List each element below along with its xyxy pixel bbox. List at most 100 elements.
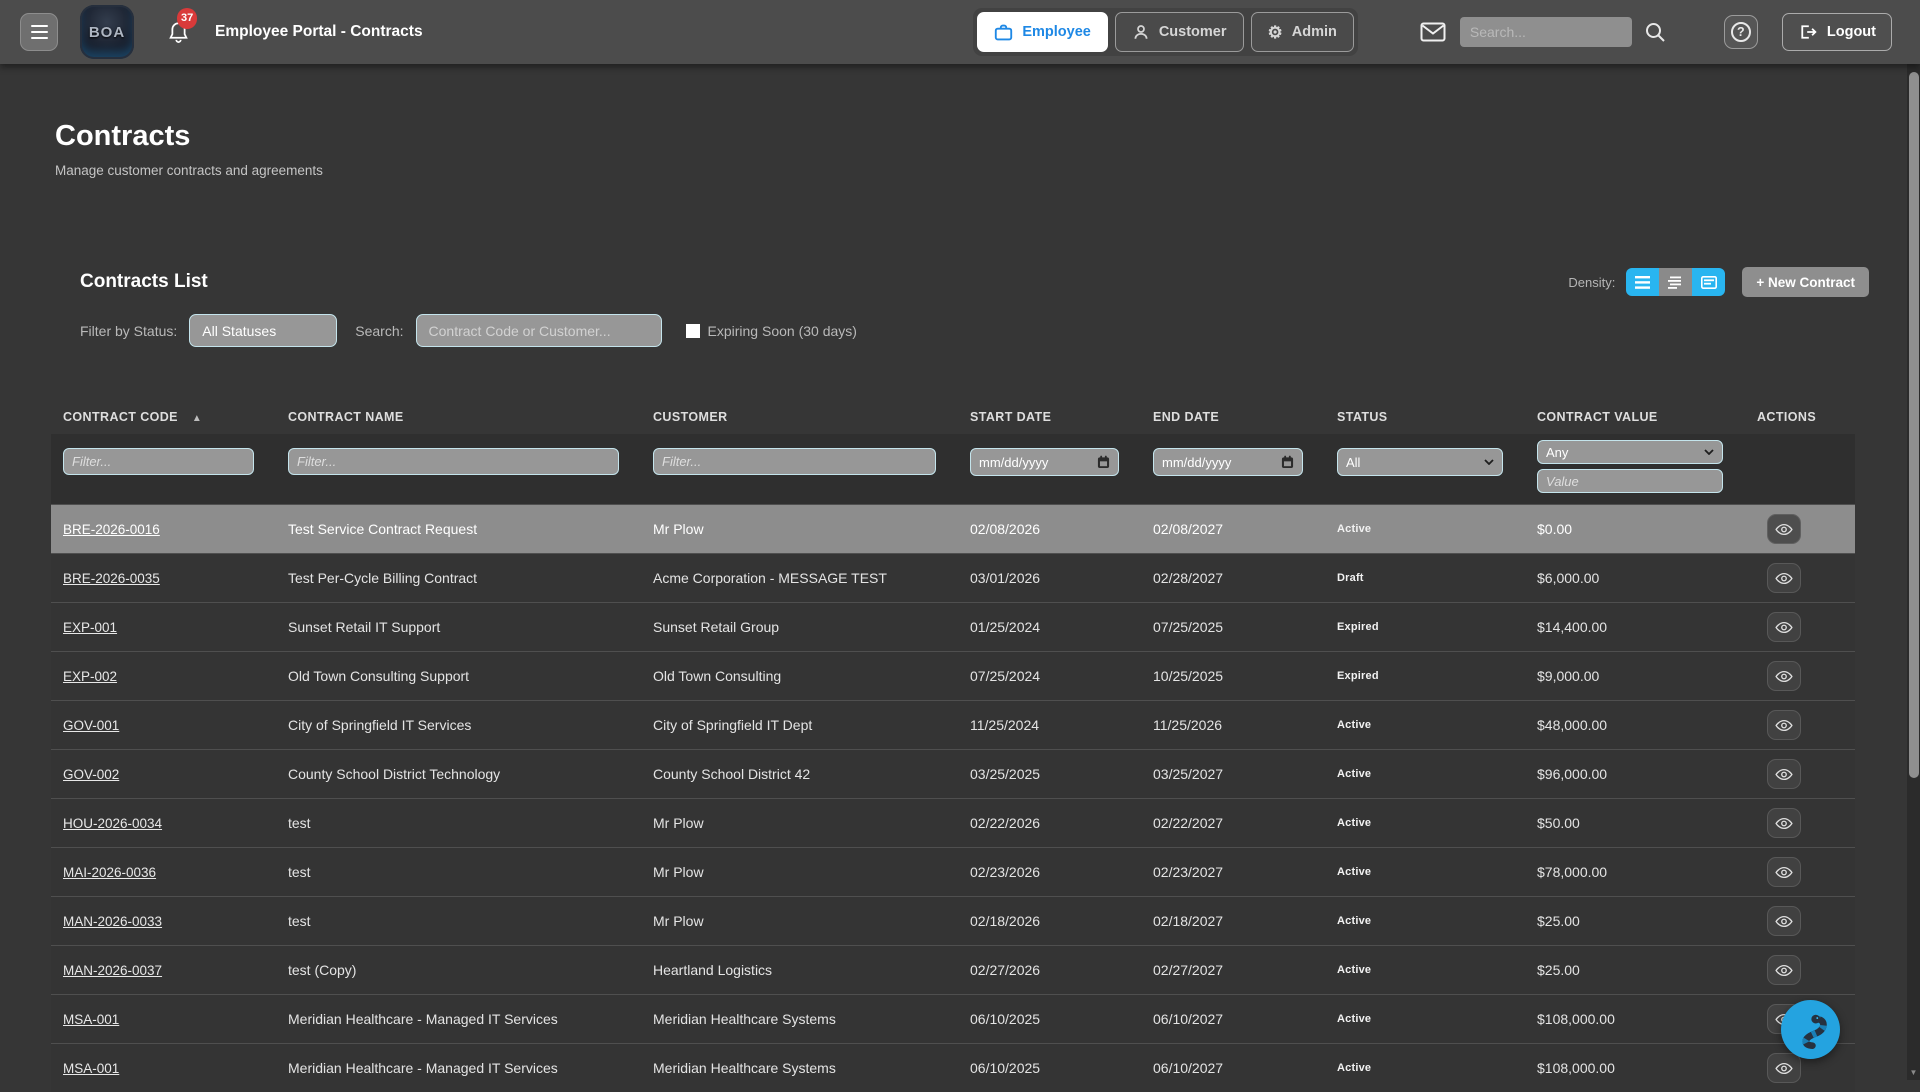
contract-value-cell: $6,000.00	[1525, 570, 1745, 586]
value-operator-select[interactable]: Any	[1537, 440, 1723, 464]
customer-filter-input[interactable]	[653, 448, 936, 475]
chevron-down-icon	[1484, 459, 1494, 465]
status-column-filter-select[interactable]: All	[1337, 448, 1503, 476]
table-row[interactable]: EXP-001Sunset Retail IT SupportSunset Re…	[51, 602, 1855, 651]
table-row[interactable]: MAN-2026-0033testMr Plow02/18/202602/18/…	[51, 896, 1855, 945]
name-filter-input[interactable]	[288, 448, 619, 475]
person-icon	[1132, 23, 1150, 41]
table-row[interactable]: HOU-2026-0034testMr Plow02/22/202602/22/…	[51, 798, 1855, 847]
value-filter-input[interactable]	[1537, 469, 1723, 493]
column-header-actions: ACTIONS	[1745, 410, 1855, 424]
view-contract-button[interactable]	[1767, 906, 1801, 936]
status-filter-select[interactable]: All Statuses	[189, 314, 337, 347]
contract-name-cell: test (Copy)	[276, 962, 641, 978]
scroll-down-arrow-icon[interactable]: ▼	[1907, 1068, 1920, 1077]
view-contract-button[interactable]	[1767, 1053, 1801, 1083]
table-row[interactable]: BRE-2026-0016 Test Service Contract Reque…	[51, 504, 1855, 553]
contract-name-cell: Test Service Contract Request	[276, 521, 641, 537]
table-row[interactable]: EXP-002Old Town Consulting SupportOld To…	[51, 651, 1855, 700]
contract-value-cell: $50.00	[1525, 815, 1745, 831]
table-row[interactable]: MAN-2026-0037test (Copy)Heartland Logist…	[51, 945, 1855, 994]
contract-code-link[interactable]: HOU-2026-0034	[63, 816, 162, 831]
contract-value-cell: $108,000.00	[1525, 1011, 1745, 1027]
eye-icon	[1775, 523, 1793, 536]
logout-button[interactable]: Logout	[1782, 13, 1892, 51]
contract-value-cell: $14,400.00	[1525, 619, 1745, 635]
vertical-scrollbar[interactable]: ▼	[1907, 64, 1920, 1080]
help-button[interactable]: ?	[1724, 15, 1758, 49]
status-badge: Active	[1337, 817, 1371, 829]
start-date-cell: 02/08/2026	[958, 521, 1141, 537]
contract-code-link[interactable]: MSA-001	[63, 1061, 119, 1076]
start-date-cell: 07/25/2024	[958, 668, 1141, 684]
column-header-contract-name[interactable]: CONTRACT NAME	[276, 410, 641, 424]
nav-employee-button[interactable]: Employee	[977, 12, 1108, 52]
contracts-list-panel: Contracts List Density:	[51, 267, 1869, 1092]
global-search-input[interactable]	[1460, 17, 1632, 47]
logout-label: Logout	[1827, 24, 1876, 40]
hamburger-menu-button[interactable]	[20, 13, 58, 51]
start-date-cell: 02/23/2026	[958, 864, 1141, 880]
column-header-status[interactable]: STATUS	[1325, 410, 1525, 424]
contract-code-link[interactable]: EXP-001	[63, 620, 117, 635]
view-contract-button[interactable]	[1767, 808, 1801, 838]
start-date-cell: 03/01/2026	[958, 570, 1141, 586]
contract-code-link[interactable]: MAI-2026-0036	[63, 865, 156, 880]
table-row[interactable]: GOV-002County School District Technology…	[51, 749, 1855, 798]
view-contract-button[interactable]	[1767, 612, 1801, 642]
column-header-contract-code[interactable]: CONTRACT CODE▲	[51, 410, 276, 424]
mail-icon[interactable]	[1420, 22, 1446, 42]
contract-code-link[interactable]: MSA-001	[63, 1012, 119, 1027]
question-icon: ?	[1731, 22, 1751, 42]
table-row[interactable]: MAI-2026-0036testMr Plow02/23/202602/23/…	[51, 847, 1855, 896]
expiring-soon-checkbox[interactable]	[686, 324, 700, 338]
new-contract-button[interactable]: + New Contract	[1742, 267, 1869, 297]
column-header-contract-value[interactable]: CONTRACT VALUE	[1525, 410, 1745, 424]
view-contract-button[interactable]	[1767, 563, 1801, 593]
end-date-cell: 03/25/2027	[1141, 766, 1325, 782]
table-row[interactable]: GOV-001City of Springfield IT ServicesCi…	[51, 700, 1855, 749]
nav-admin-button[interactable]: ⚙ Admin	[1251, 12, 1354, 52]
contract-code-link[interactable]: BRE-2026-0016	[63, 522, 160, 537]
density-card-button[interactable]	[1692, 268, 1725, 296]
contract-code-link[interactable]: MAN-2026-0037	[63, 963, 162, 978]
contract-code-link[interactable]: EXP-002	[63, 669, 117, 684]
end-date-cell: 11/25/2026	[1141, 717, 1325, 733]
table-row[interactable]: MSA-001Meridian Healthcare - Managed IT …	[51, 994, 1855, 1043]
contract-value-cell: $0.00	[1525, 521, 1745, 537]
customer-cell: Mr Plow	[641, 521, 958, 537]
column-header-customer[interactable]: CUSTOMER	[641, 410, 958, 424]
density-compact-button[interactable]	[1659, 268, 1692, 296]
view-contract-button[interactable]	[1767, 955, 1801, 985]
contract-value-cell: $96,000.00	[1525, 766, 1745, 782]
chat-assistant-fab[interactable]	[1781, 1000, 1840, 1059]
view-contract-button[interactable]	[1767, 661, 1801, 691]
contract-code-link[interactable]: GOV-002	[63, 767, 119, 782]
nav-customer-button[interactable]: Customer	[1115, 12, 1244, 52]
view-contract-button[interactable]	[1767, 857, 1801, 887]
list-search-input[interactable]	[416, 314, 662, 347]
view-contract-button[interactable]	[1767, 759, 1801, 789]
density-normal-button[interactable]	[1626, 268, 1659, 296]
top-bar: BOA 37 Employee Portal - Contracts Emplo…	[0, 0, 1920, 64]
column-header-start-date[interactable]: START DATE	[958, 410, 1141, 424]
start-date-filter-input[interactable]: mm/dd/yyyy	[970, 448, 1119, 476]
contract-code-link[interactable]: GOV-001	[63, 718, 119, 733]
panel-heading: Contracts List	[80, 271, 208, 293]
table-row[interactable]: BRE-2026-0035Test Per-Cycle Billing Cont…	[51, 553, 1855, 602]
nav-employee-label: Employee	[1022, 24, 1091, 40]
end-date-filter-input[interactable]: mm/dd/yyyy	[1153, 448, 1303, 476]
code-filter-input[interactable]	[63, 448, 254, 475]
contract-code-link[interactable]: MAN-2026-0033	[63, 914, 162, 929]
scrollbar-thumb[interactable]	[1909, 72, 1919, 778]
contract-code-link[interactable]: BRE-2026-0035	[63, 571, 160, 586]
view-contract-button[interactable]	[1767, 710, 1801, 740]
page-subtitle: Manage customer contracts and agreements	[55, 163, 1869, 178]
list-lines-icon	[1635, 276, 1650, 289]
view-contract-button[interactable]	[1767, 514, 1801, 544]
notifications-bell[interactable]: 37	[168, 20, 189, 44]
column-header-end-date[interactable]: END DATE	[1141, 410, 1325, 424]
contract-name-cell: City of Springfield IT Services	[276, 717, 641, 733]
search-icon[interactable]	[1644, 21, 1666, 43]
table-row[interactable]: MSA-001Meridian Healthcare - Managed IT …	[51, 1043, 1855, 1092]
